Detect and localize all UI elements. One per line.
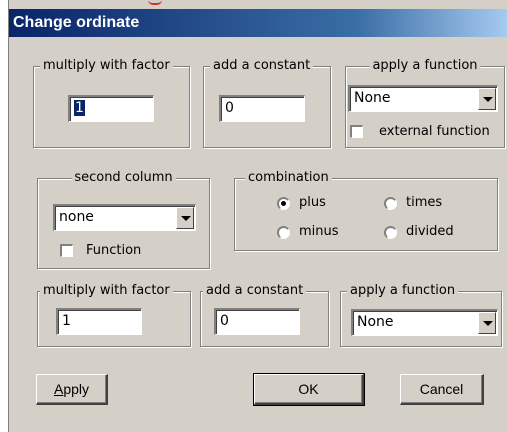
function-select-2[interactable]: None: [351, 309, 498, 336]
window-left-edge: [0, 0, 9, 432]
legend-multiply-factor-1: multiply with factor: [40, 58, 173, 74]
legend-add-constant-2: add a constant: [203, 283, 307, 299]
legend-apply-function-1: apply a function: [369, 58, 481, 74]
add-constant-input-2[interactable]: 0: [214, 308, 300, 335]
chevron-down-icon[interactable]: [478, 88, 496, 110]
second-column-function-checkbox[interactable]: [60, 244, 73, 257]
legend-second-column: second column: [71, 170, 176, 186]
radio-plus-label: plus: [299, 195, 326, 210]
window-title: Change ordinate: [13, 14, 140, 31]
multiply-factor-input-1[interactable]: 1: [68, 95, 154, 122]
red-mark: [148, 0, 162, 5]
radio-minus-label: minus: [299, 224, 339, 239]
cancel-button[interactable]: Cancel: [400, 374, 484, 405]
title-bar: Change ordinate: [9, 9, 507, 37]
radio-minus[interactable]: [277, 226, 290, 239]
legend-add-constant-1: add a constant: [210, 58, 314, 74]
second-column-select[interactable]: none: [53, 204, 196, 231]
radio-divided[interactable]: [384, 226, 397, 239]
add-constant-input-1[interactable]: 0: [219, 95, 305, 122]
radio-times[interactable]: [384, 197, 397, 210]
apply-button[interactable]: Apply: [36, 374, 108, 405]
ok-button[interactable]: OK: [253, 373, 365, 406]
group-combination: combination: [234, 170, 498, 251]
legend-apply-function-2: apply a function: [347, 283, 459, 299]
chevron-down-icon[interactable]: [176, 207, 194, 229]
radio-times-label: times: [406, 195, 443, 210]
radio-divided-label: divided: [406, 224, 454, 239]
multiply-factor-input-2[interactable]: 1: [56, 308, 142, 335]
second-column-function-label: Function: [86, 243, 142, 258]
external-function-label: external function: [379, 124, 490, 139]
chevron-down-icon[interactable]: [478, 312, 496, 334]
dialog-window: Change ordinate multiply with factor 1 a…: [0, 0, 507, 432]
legend-combination: combination: [245, 170, 332, 186]
external-function-checkbox[interactable]: [350, 125, 363, 138]
function-select-1[interactable]: None: [348, 85, 498, 112]
legend-multiply-factor-2: multiply with factor: [40, 283, 173, 299]
radio-plus[interactable]: [277, 197, 290, 210]
